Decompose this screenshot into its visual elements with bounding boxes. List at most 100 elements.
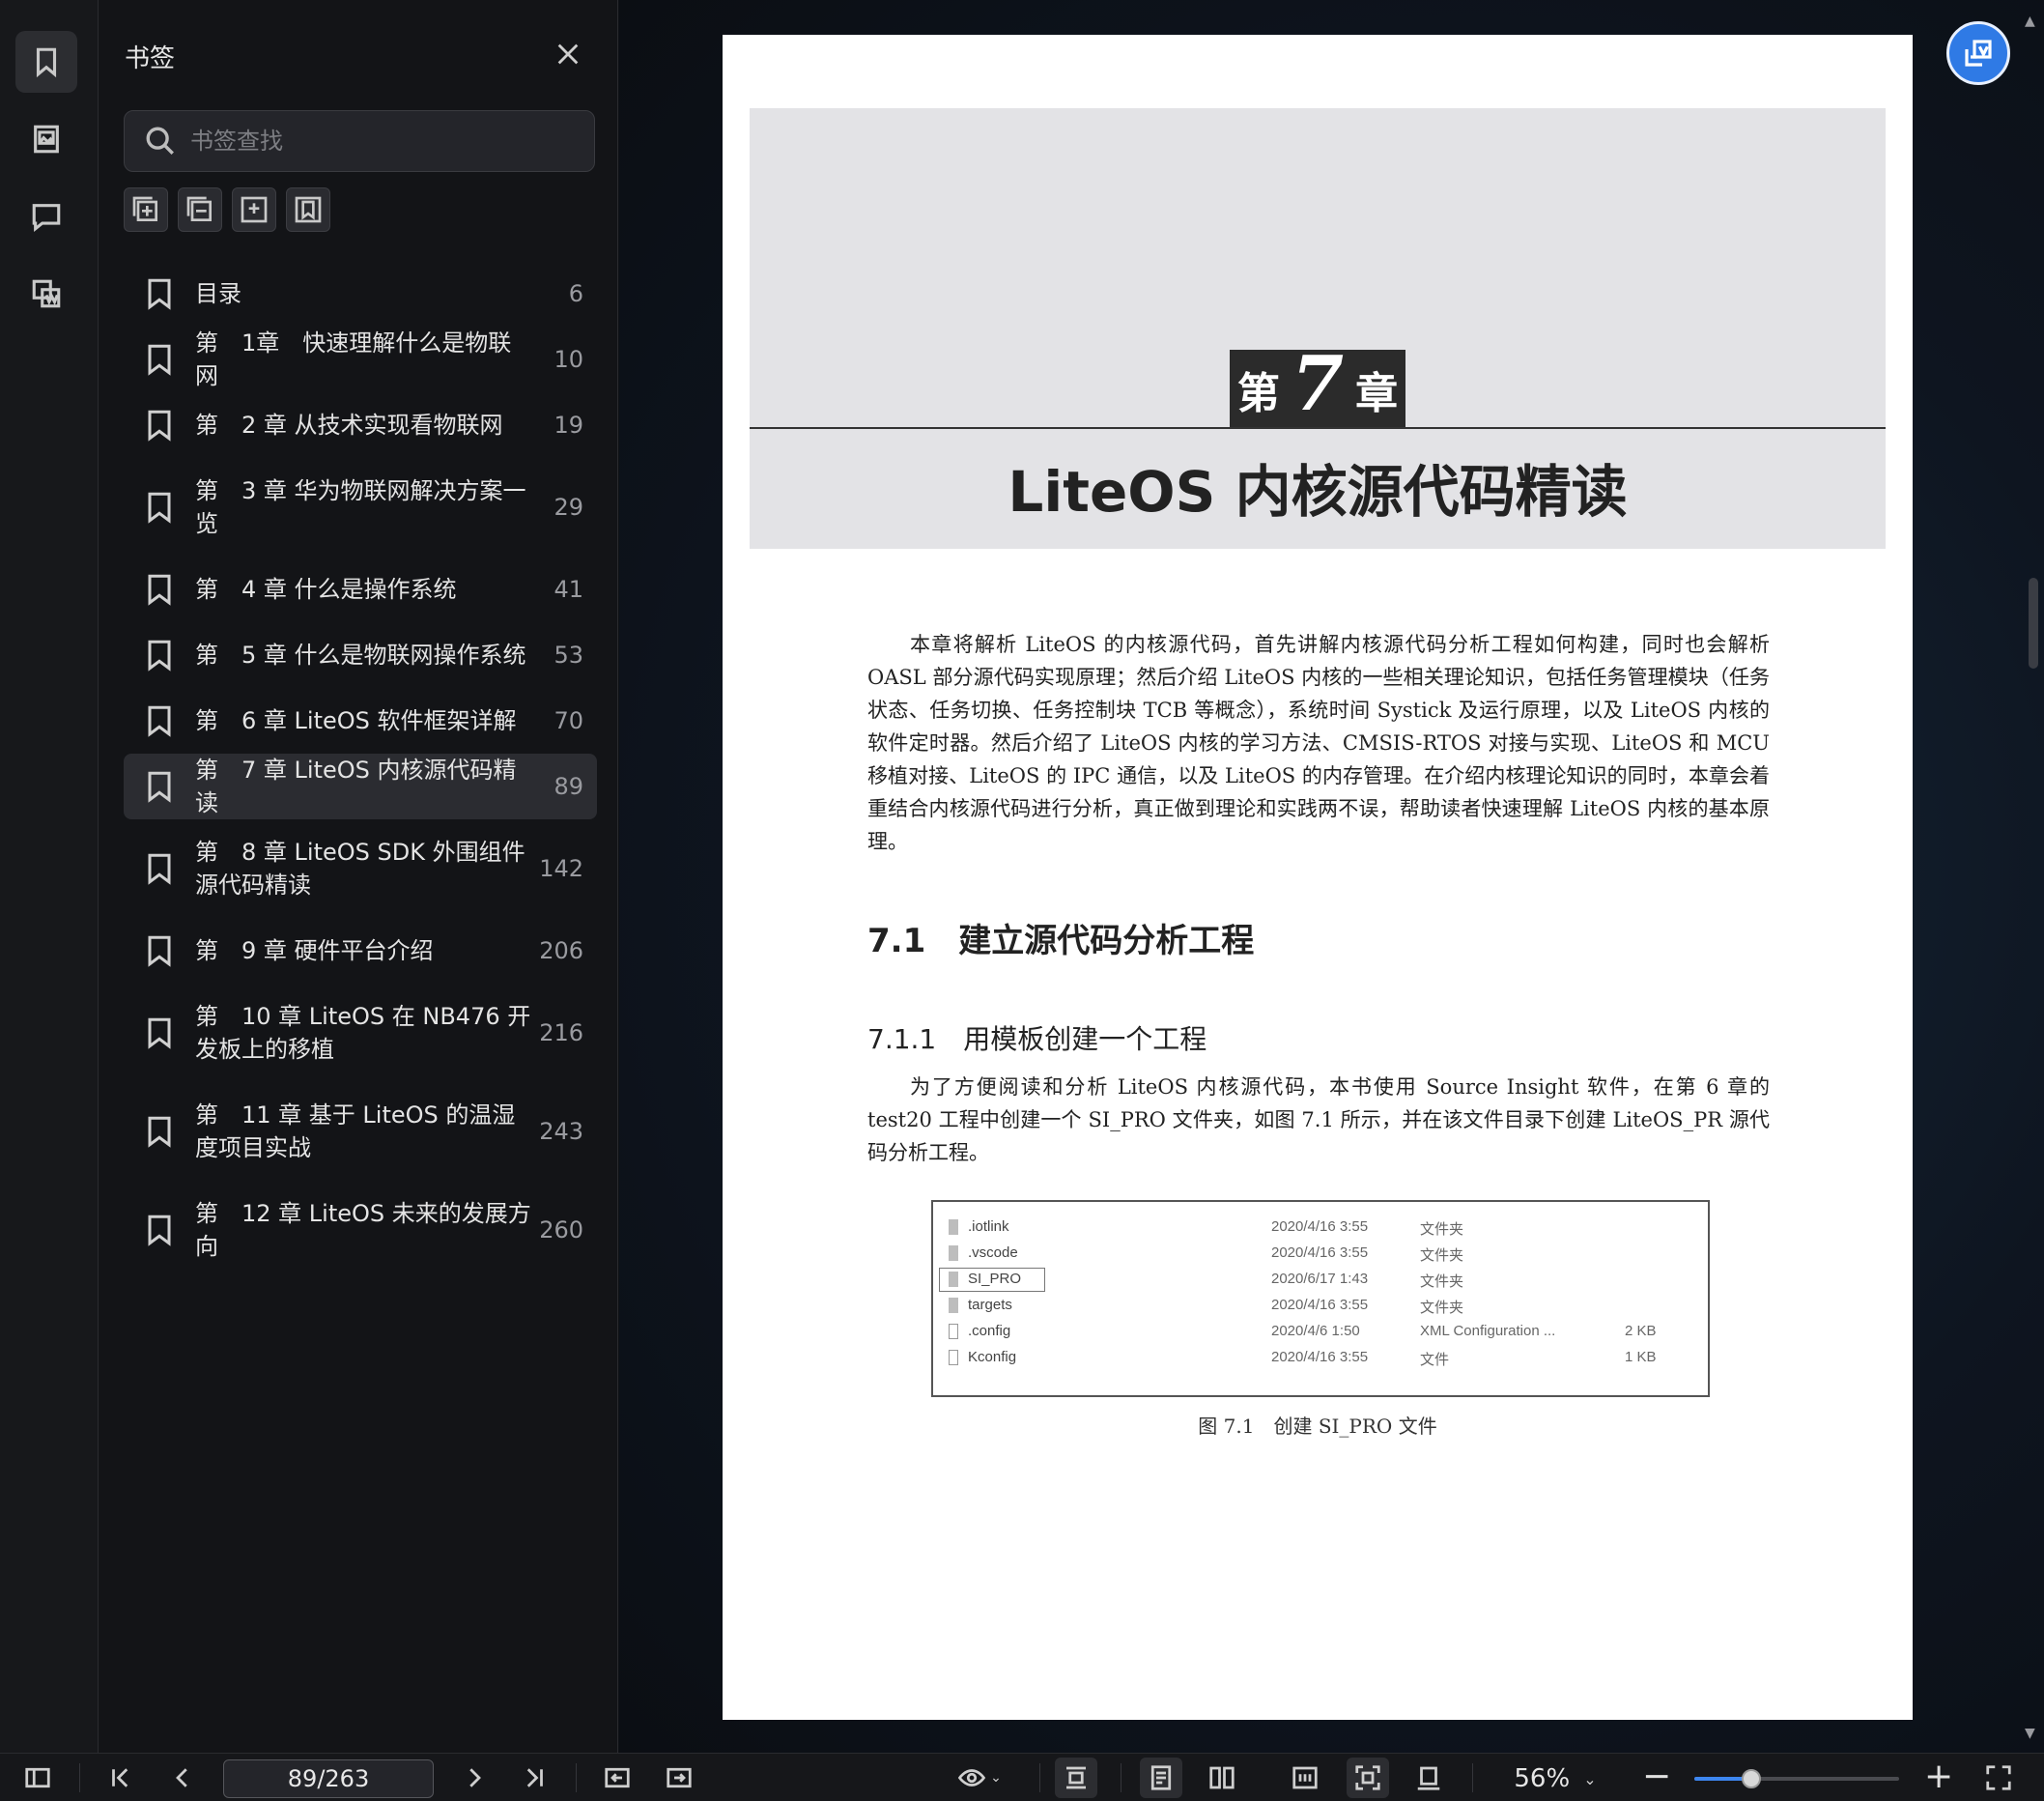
folder-icon <box>949 1245 958 1261</box>
double-page-button[interactable] <box>1206 1761 1238 1794</box>
bookmark-icon <box>145 342 174 377</box>
section-heading-7-1: 7.1 建立源代码分析工程 <box>867 922 1255 960</box>
bookmark-label: 目录 <box>195 280 241 307</box>
fit-page-button[interactable] <box>1347 1758 1389 1798</box>
close-panel-button[interactable] <box>554 41 582 68</box>
figure-file-type: 文件夹 <box>1420 1221 1464 1238</box>
chapter-badge: 第 7 章 <box>1230 346 1405 427</box>
attachment-panel-button[interactable] <box>15 263 77 325</box>
vertical-scrollbar[interactable]: ▲ ▼ <box>2021 0 2044 1753</box>
figure-file-date: 2020/4/16 3:55 <box>1271 1244 1369 1261</box>
toggle-sidebar-button[interactable] <box>21 1761 54 1794</box>
zoom-slider-knob[interactable] <box>1742 1769 1762 1788</box>
zoom-slider[interactable] <box>1694 1769 1899 1788</box>
bookmark-icon <box>145 769 174 804</box>
zoom-level-dropdown[interactable]: 56% ⌄ <box>1488 1761 1623 1796</box>
fit-width-button[interactable] <box>1055 1758 1097 1798</box>
figure-file-name: SI_PRO <box>968 1271 1022 1287</box>
bookmark-item[interactable]: 第 7 章 LiteOS 内核源代码精读 89 <box>124 754 597 819</box>
figure-file-type: 文件夹 <box>1420 1273 1464 1290</box>
zoom-out-button[interactable]: − <box>1642 1758 1671 1796</box>
bookmark-icon <box>36 47 57 78</box>
collapse-all-button[interactable] <box>178 187 222 232</box>
bookmark-label: 第 5 章 什么是物联网操作系统 <box>195 642 526 669</box>
chapter-number: 7 <box>1291 340 1345 428</box>
bookmark-panel-button[interactable] <box>15 31 77 93</box>
figure-file-date: 2020/4/6 1:50 <box>1271 1323 1360 1339</box>
bookmark-page-number: 216 <box>539 1019 583 1046</box>
bookmark-item[interactable]: 第 4 章 什么是操作系统 41 <box>124 557 597 622</box>
back-arrow-icon <box>605 1767 630 1788</box>
bookmark-item[interactable]: 第 11 章 基于 LiteOS 的温湿度项目实战 243 <box>124 1082 597 1181</box>
panel-title: 书签 <box>125 44 176 73</box>
folder-icon <box>949 1298 958 1313</box>
figure-file-type: XML Configuration ... <box>1420 1323 1556 1339</box>
figure-file-row: .vscode 2020/4/16 3:55 文件夹 <box>933 1242 1708 1268</box>
chevron-down-icon: ⌄ <box>1583 1769 1597 1788</box>
double-page-icon <box>1209 1766 1235 1789</box>
bookmark-item[interactable]: 目录 6 <box>124 261 597 327</box>
bookmark-icon <box>145 933 174 968</box>
last-page-button[interactable] <box>518 1761 551 1794</box>
bookmark-page-number: 53 <box>554 642 583 669</box>
bookmark-item[interactable]: 第 12 章 LiteOS 未来的发展方向 260 <box>124 1181 597 1279</box>
last-page-icon <box>526 1768 543 1787</box>
scroll-down-arrow[interactable]: ▼ <box>2025 1726 2035 1741</box>
next-page-button[interactable] <box>458 1761 491 1794</box>
bookmark-item[interactable]: 第 6 章 LiteOS 软件框架详解 70 <box>124 688 597 754</box>
bookmark-outline-icon <box>295 196 322 223</box>
rotate-page-button[interactable] <box>1412 1761 1445 1794</box>
comment-panel-button[interactable] <box>15 186 77 247</box>
first-page-button[interactable] <box>104 1761 137 1794</box>
scroll-thumb[interactable] <box>2029 578 2038 669</box>
figure-file-row: .iotlink 2020/4/16 3:55 文件夹 <box>933 1215 1708 1242</box>
eye-icon <box>957 1769 986 1787</box>
bookmark-item[interactable]: 第 3 章 华为物联网解决方案一览 29 <box>124 458 597 557</box>
chevron-down-icon: ⌄ <box>990 1770 1002 1786</box>
navigate-forward-button[interactable] <box>663 1761 696 1794</box>
fullscreen-button[interactable] <box>1982 1761 2015 1794</box>
fit-width-icon <box>1066 1766 1086 1789</box>
view-mode-dropdown[interactable]: ⌄ <box>951 1761 1008 1794</box>
figure-file-size: 2 KB <box>1625 1323 1657 1339</box>
bookmark-icon <box>145 1015 174 1050</box>
bottom-toolbar: ⌄ 56% ⌄ − + <box>0 1753 2044 1801</box>
bookmark-item[interactable]: 第 2 章 从技术实现看物联网 19 <box>124 392 597 458</box>
bookmark-item[interactable]: 第 1章 快速理解什么是物联网 10 <box>124 327 597 392</box>
figure-file-date: 2020/6/17 1:43 <box>1271 1271 1369 1287</box>
bookmark-search-input[interactable] <box>190 128 577 155</box>
bookmark-page-number: 19 <box>554 412 583 439</box>
navigate-back-button[interactable] <box>601 1761 634 1794</box>
bookmark-item[interactable]: 第 10 章 LiteOS 在 NB476 开发板上的移植 216 <box>124 984 597 1082</box>
scroll-up-arrow[interactable]: ▲ <box>2025 14 2035 29</box>
zoom-in-button[interactable]: + <box>1924 1758 1953 1796</box>
translate-float-button[interactable] <box>1946 21 2010 85</box>
bookmark-item[interactable]: 第 9 章 硬件平台介绍 206 <box>124 918 597 984</box>
bookmark-label: 第 7 章 LiteOS 内核源代码精读 <box>195 757 517 816</box>
bookmark-current-button[interactable] <box>286 187 330 232</box>
bookmark-page-number: 10 <box>554 346 583 373</box>
bookmark-search-box[interactable] <box>124 110 595 172</box>
bookmark-item[interactable]: 第 8 章 LiteOS SDK 外围组件源代码精读 142 <box>124 819 597 918</box>
bookmark-label: 第 10 章 LiteOS 在 NB476 开发板上的移植 <box>195 1003 531 1063</box>
previous-page-button[interactable] <box>166 1761 199 1794</box>
chevron-right-icon <box>469 1768 481 1787</box>
figure-file-date: 2020/4/16 3:55 <box>1271 1297 1369 1313</box>
document-viewport[interactable]: 第 7 章 LiteOS 内核源代码精读 本章将解析 LiteOS 的内核源代码… <box>619 0 2044 1753</box>
figure-caption: 图 7.1 创建 SI_PRO 文件 <box>1198 1415 1437 1438</box>
page-number-input[interactable] <box>223 1759 434 1798</box>
actual-size-button[interactable] <box>1289 1761 1321 1794</box>
bookmark-label: 第 6 章 LiteOS 软件框架详解 <box>195 707 517 734</box>
bookmark-page-number: 260 <box>539 1216 583 1244</box>
bookmark-icon <box>145 276 174 311</box>
figure-file-name: Kconfig <box>968 1349 1017 1365</box>
single-page-button[interactable] <box>1140 1758 1182 1798</box>
expand-all-button[interactable] <box>124 187 168 232</box>
bookmark-item[interactable]: 第 5 章 什么是物联网操作系统 53 <box>124 622 597 688</box>
add-bookmark-button[interactable] <box>232 187 276 232</box>
bookmark-icon <box>145 851 174 886</box>
section-body-paragraph: 为了方便阅读和分析 LiteOS 内核源代码，本书使用 Source Insig… <box>867 1075 1770 1164</box>
thumbnail-panel-button[interactable] <box>15 108 77 170</box>
bookmark-page-number: 41 <box>554 576 583 603</box>
bookmark-icon <box>145 408 174 443</box>
